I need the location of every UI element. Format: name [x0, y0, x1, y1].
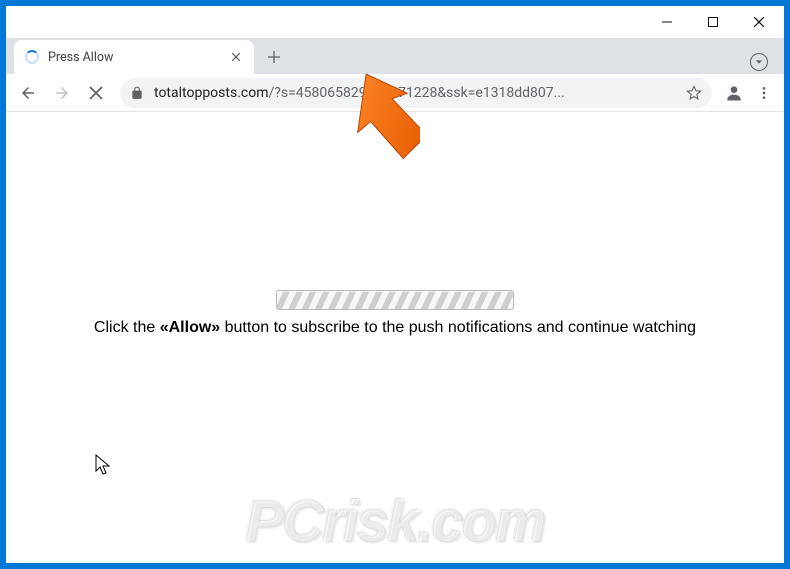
tab-title: Press Allow [48, 50, 228, 65]
new-tab-button[interactable] [260, 43, 288, 71]
window-minimize-button[interactable] [644, 7, 690, 37]
minimize-icon [662, 17, 672, 27]
search-tabs-button[interactable] [750, 53, 768, 71]
close-icon [232, 53, 240, 61]
window-titlebar [6, 6, 784, 38]
site-security-button[interactable] [130, 86, 144, 100]
back-button[interactable] [12, 77, 44, 109]
browser-menu-button[interactable] [750, 79, 778, 107]
forward-button[interactable] [46, 77, 78, 109]
bookmark-button[interactable] [686, 85, 702, 101]
url-text: totaltopposts.com/?s=458065829783671228&… [154, 85, 678, 101]
profile-button[interactable] [720, 79, 748, 107]
progress-container [6, 290, 784, 310]
tab-loading-spinner [24, 49, 40, 65]
star-icon [686, 85, 702, 101]
url-path: /?s=458065829783671228&ssk=e1318dd807... [268, 85, 564, 101]
tab-close-button[interactable] [228, 49, 244, 65]
maximize-icon [708, 17, 718, 27]
profile-icon [724, 83, 744, 103]
window-maximize-button[interactable] [690, 7, 736, 37]
message-allow-word: «Allow» [160, 319, 220, 336]
loading-progress-bar [276, 290, 514, 310]
mouse-cursor-icon [95, 454, 113, 483]
window-close-button[interactable] [736, 7, 782, 37]
stop-icon [89, 86, 103, 100]
message-suffix: button to subscribe to the push notifica… [220, 319, 696, 336]
browser-tab[interactable]: Press Allow [14, 40, 254, 74]
lock-icon [130, 86, 144, 100]
page-content: Click the «Allow» button to subscribe to… [6, 112, 784, 563]
browser-window: Press Allow totalt [6, 6, 784, 563]
chevron-down-icon [755, 58, 763, 66]
plus-icon [268, 51, 280, 63]
watermark-text: PCrisk.com [245, 488, 544, 555]
instruction-text: Click the «Allow» button to subscribe to… [6, 319, 784, 337]
address-bar[interactable]: totaltopposts.com/?s=458065829783671228&… [120, 78, 712, 108]
tab-strip: Press Allow [6, 38, 784, 74]
back-icon [19, 84, 37, 102]
spinner-icon [25, 50, 39, 64]
message-prefix: Click the [94, 319, 160, 336]
menu-icon [756, 85, 772, 101]
close-icon [754, 17, 764, 27]
stop-reload-button[interactable] [80, 77, 112, 109]
url-host: totaltopposts.com [154, 85, 268, 101]
forward-icon [53, 84, 71, 102]
watermark: PCrisk.com [6, 488, 784, 555]
browser-toolbar: totaltopposts.com/?s=458065829783671228&… [6, 74, 784, 112]
tabstrip-right-controls [750, 53, 776, 71]
